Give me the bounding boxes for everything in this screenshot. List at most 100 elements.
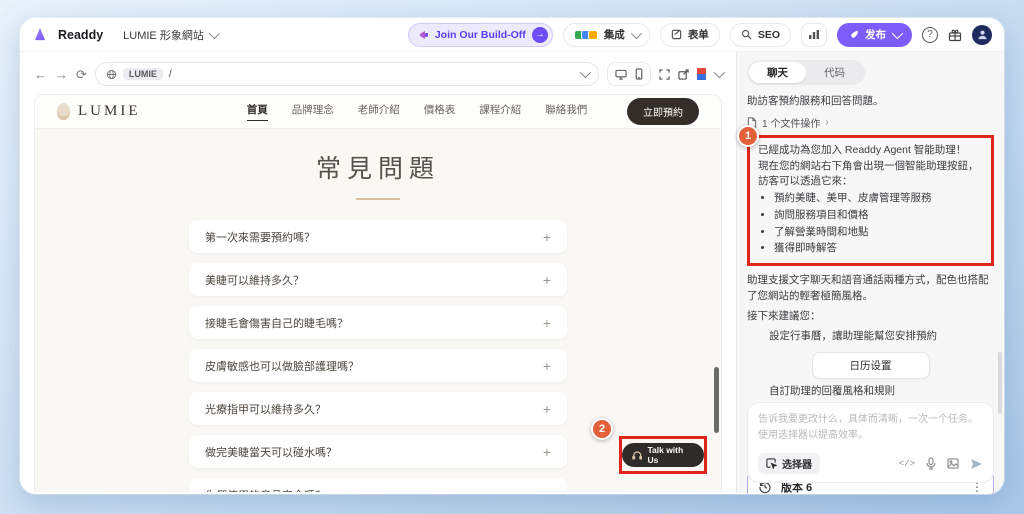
file-ops-label: 1 个文件操作 [762,115,820,130]
seo-button[interactable]: SEO [730,23,791,47]
assistant-paragraph: 助理支援文字聊天和語音通話兩種方式，配色也搭配了您網站的輕奢極簡風格。 [747,272,994,305]
microphone-icon[interactable] [926,457,936,470]
faq-item[interactable]: 第一次來需要預約嗎？+ [189,220,567,253]
search-icon [741,29,752,40]
integrations-label: 集成 [604,27,625,42]
faq-list: 第一次來需要預約嗎？+ 美睫可以維持多久？+ 接睫毛會傷害自己的睫毛嗎？+ 皮膚… [189,220,567,492]
annotation-badge-1: 1 [737,125,759,147]
chat-scrollbar[interactable] [998,352,1002,414]
tab-chat[interactable]: 聊天 [749,62,806,83]
send-icon[interactable] [970,458,983,470]
globe-icon [106,69,117,80]
nav-pricing[interactable]: 價格表 [424,102,456,121]
code-icon[interactable]: </> [899,459,915,469]
site-header: LUMIE 首頁 品牌理念 老師介紹 價格表 課程介紹 聯絡我們 立即預約 [35,95,721,129]
tab-code[interactable]: 代码 [806,62,863,83]
section-title: 常見問題 [35,149,721,185]
nav-home[interactable]: 首頁 [247,102,268,121]
refresh-button[interactable]: ⟳ [76,68,87,81]
chart-icon [808,29,820,40]
selector-button[interactable]: 选择器 [758,453,820,474]
topbar: Readdy LUMIE 形象網站 Join Our Build-Off → 集… [20,18,1004,52]
faq-item[interactable]: 皮膚敏感也可以做臉部護理嗎？+ [189,349,567,382]
plus-icon[interactable]: + [543,401,551,417]
plus-icon[interactable]: + [543,487,551,493]
suggestion-agent: 自訂助理的回覆風格和規則 [747,384,994,400]
highlight-line2: 現在您的網站右下角會出現一個智能助理按鈕，訪客可以透過它來： [758,159,983,191]
faq-item[interactable]: 美睫可以維持多久？+ [189,263,567,296]
title-underline [356,198,400,200]
url-path: / [169,69,172,80]
calendar-settings-button[interactable]: 日历设置 [812,352,930,379]
back-button[interactable]: ← [34,68,47,81]
nav-teachers[interactable]: 老師介紹 [358,102,400,121]
chevron-down-icon[interactable] [714,67,725,78]
chat-pane: 聊天 代码 助訪客預約服務和回答問題。 1 个文件操作 › 1 已經成功為您加入… [736,52,1004,493]
integrations-button[interactable]: 集成 [563,23,650,47]
nav-contact[interactable]: 聯絡我們 [545,102,587,121]
desktop-background: Readdy LUMIE 形象網站 Join Our Build-Off → 集… [0,0,1024,514]
suggestion-calendar: 設定行事曆，讓助理能幫您安排預約 [747,329,994,345]
project-name: LUMIE 形象網站 [123,27,204,43]
forms-button[interactable]: 表单 [660,23,720,47]
faq-item[interactable]: 你們使用的產品安全嗎？+ [189,478,567,492]
analytics-button[interactable] [801,23,827,47]
annotation-badge-2: 2 [591,418,613,440]
brand-name: Readdy [58,28,103,42]
selector-icon [766,458,777,469]
project-switcher[interactable]: LUMIE 形象網站 [123,27,217,43]
preview-scrollbar[interactable] [714,95,719,492]
mobile-view-button[interactable] [635,68,643,80]
url-bar[interactable]: LUMIE / [95,62,599,86]
fullscreen-button[interactable] [659,69,670,80]
chevron-down-icon [631,27,642,38]
site-nav: 首頁 品牌理念 老師介紹 價格表 課程介紹 聯絡我們 [207,102,627,121]
plus-icon[interactable]: + [543,315,551,331]
nav-courses[interactable]: 課程介紹 [479,102,521,121]
site-logo-text: LUMIE [78,103,141,120]
plus-icon[interactable]: + [543,444,551,460]
build-off-button[interactable]: Join Our Build-Off → [408,23,553,47]
open-external-button[interactable] [678,69,689,80]
faq-item[interactable]: 做完美睫當天可以碰水嗎？+ [189,435,567,468]
plus-icon[interactable]: + [543,229,551,245]
site-logo[interactable]: LUMIE [57,103,207,120]
url-project-badge: LUMIE [123,68,163,80]
faq-item[interactable]: 光療指甲可以維持多久？+ [189,392,567,425]
bullet-item: 獲得即時解答 [774,241,983,257]
talk-with-us-button[interactable]: Talk with Us [622,443,704,467]
headset-icon [632,450,642,461]
publish-button[interactable]: 发布 [837,23,912,47]
readdy-logo-icon [32,27,48,43]
build-off-label: Join Our Build-Off [435,29,526,41]
highlight-bullets: 預約美睫、美甲、皮膚管理等服務 詢問服務項目和價格 了解營業時間和地點 獲得即時… [758,191,983,257]
form-icon [671,29,682,40]
preview-pane: ← → ⟳ LUMIE / [20,52,736,493]
chevron-down-icon[interactable] [580,67,591,78]
book-now-button[interactable]: 立即預約 [627,98,699,125]
chat-tabs: 聊天 代码 [747,60,865,85]
help-button[interactable]: ? [922,27,938,43]
composer-icons: </> [899,457,983,470]
publish-label: 发布 [865,27,886,42]
scrollbar-thumb[interactable] [714,367,719,433]
plus-icon[interactable]: + [543,358,551,374]
assistant-message-tail: 助訪客預約服務和回答問題。 [747,94,994,110]
file-operations-toggle[interactable]: 1 个文件操作 › [747,115,994,130]
desktop-view-button[interactable] [615,69,627,80]
device-toggle-group [607,62,651,86]
user-avatar[interactable] [972,25,992,45]
plus-icon[interactable]: + [543,272,551,288]
composer[interactable]: 告诉我要更改什么，具体而清晰，一次一个任务。 使用选择器以提高效率。 选择器 <… [747,402,994,483]
forward-button[interactable]: → [55,68,68,81]
annotation-box-1: 1 已經成功為您加入 Readdy Agent 智能助理！ 現在您的網站右下角會… [747,135,994,266]
gift-icon[interactable] [948,28,962,42]
bullet-item: 預約美睫、美甲、皮膚管理等服務 [774,191,983,207]
chevron-right-icon: › [825,117,828,128]
composer-toolbar: 选择器 </> [758,453,983,474]
faq-item[interactable]: 接睫毛會傷害自己的睫毛嗎？+ [189,306,567,339]
flag-icon[interactable] [697,68,706,80]
image-icon[interactable] [947,458,959,469]
person-icon [977,29,988,40]
nav-brand[interactable]: 品牌理念 [292,102,334,121]
